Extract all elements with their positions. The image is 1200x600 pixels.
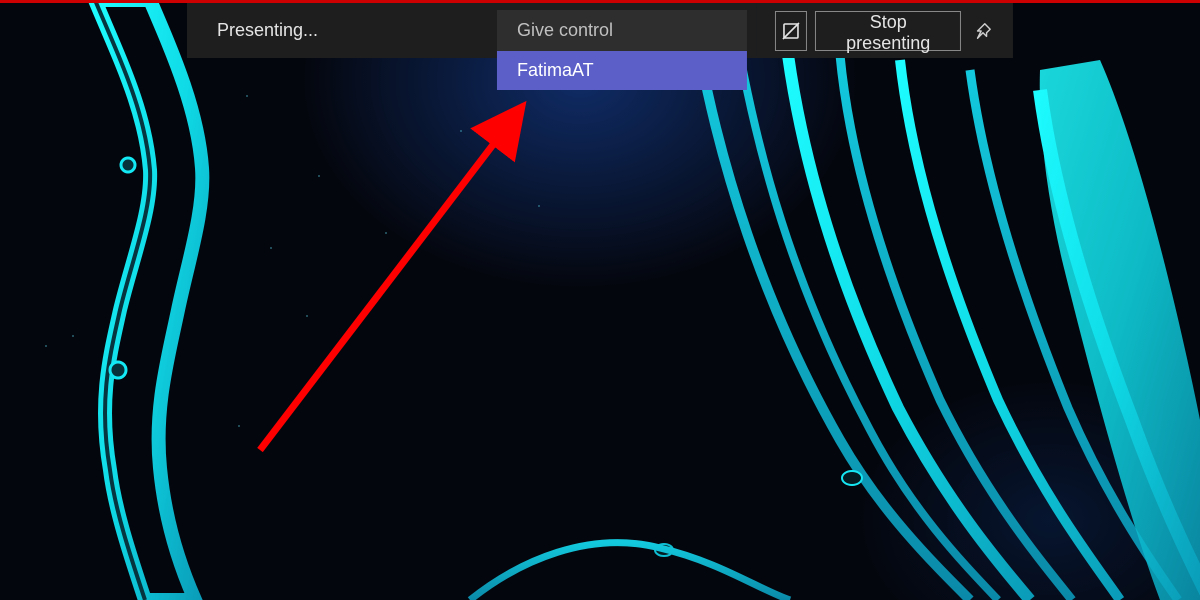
presenter-toolbar: Presenting... Give control FatimaAT Stop… bbox=[187, 3, 1013, 58]
screen-share-top-border bbox=[0, 0, 1200, 3]
give-control-option[interactable]: FatimaAT bbox=[497, 51, 747, 90]
pin-toolbar-button[interactable] bbox=[967, 11, 999, 51]
toolbar-right-section: Stop presenting bbox=[757, 3, 1013, 58]
shared-screen-background bbox=[0, 0, 1200, 600]
give-control-dropdown-wrap: Give control FatimaAT bbox=[497, 10, 747, 51]
stop-presenting-button[interactable]: Stop presenting bbox=[815, 11, 961, 51]
include-system-audio-off-icon bbox=[781, 21, 801, 41]
give-control-dropdown[interactable]: Give control bbox=[497, 10, 747, 51]
toolbar-left-section: Presenting... Give control FatimaAT bbox=[187, 3, 757, 58]
pin-icon bbox=[974, 22, 992, 40]
presenting-status-label: Presenting... bbox=[197, 20, 497, 41]
give-control-dropdown-menu: FatimaAT bbox=[497, 51, 747, 90]
include-system-audio-button[interactable] bbox=[775, 11, 807, 51]
